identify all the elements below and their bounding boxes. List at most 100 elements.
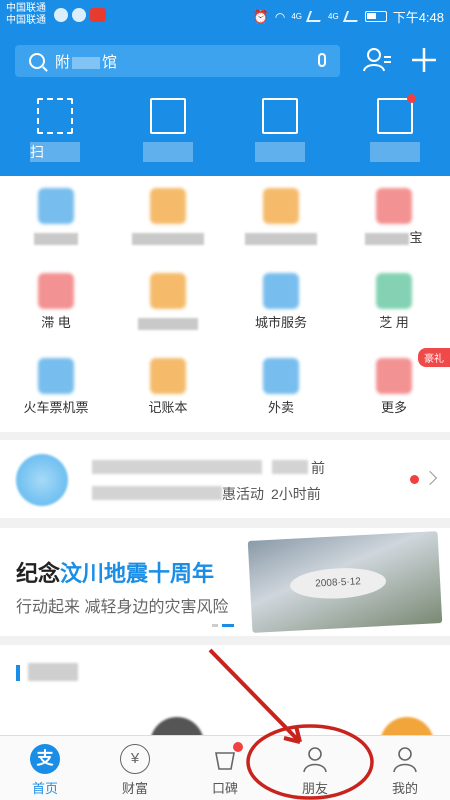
- grid-item-label: 更多: [380, 400, 407, 415]
- quick-action-label: [370, 142, 420, 162]
- grid-item[interactable]: [0, 176, 112, 260]
- signal-icon-2: [342, 11, 361, 22]
- grid-item[interactable]: 芝 用: [338, 261, 450, 345]
- plus-icon[interactable]: [410, 45, 438, 75]
- search-text-prefix: 附: [55, 53, 71, 71]
- profile-icon: [390, 744, 420, 774]
- network-type-1: 4G: [291, 12, 303, 21]
- takeout-icon: [263, 358, 299, 394]
- mosaic-blur: [92, 486, 222, 500]
- banner-title: 纪念汶川地震十周年: [16, 556, 214, 588]
- profile-person-icon: [393, 747, 417, 773]
- battery-icon: [364, 11, 387, 22]
- chevron-right-icon: [422, 470, 438, 486]
- grid-item-label: 芝 用: [379, 315, 409, 330]
- status-right: ⏰ ◠ 4G 4G 下午4:48: [253, 7, 444, 26]
- quick-action-label: 扫: [30, 142, 80, 162]
- app-notification-icon: [54, 8, 68, 22]
- grid-item-icon: [150, 188, 186, 224]
- grid-item-icon: [150, 273, 186, 309]
- contacts-icon[interactable]: [362, 45, 392, 75]
- grid-item-icon: [38, 188, 74, 224]
- section-title-mosaic: [28, 663, 78, 681]
- grid-item[interactable]: [112, 176, 224, 260]
- quick-action-pay[interactable]: [113, 98, 223, 167]
- clock: 下午4:48: [392, 10, 444, 25]
- promo-banner[interactable]: 纪念汶川地震十周年 行动起来 减轻身边的灾害风险 2008·5·12: [0, 528, 450, 636]
- grid-item-label: 宝: [338, 230, 450, 246]
- section-accent-bar: [16, 665, 20, 681]
- tab-koubei[interactable]: 口碑: [180, 736, 270, 800]
- friends-person-icon: [303, 747, 327, 773]
- grid-item[interactable]: 滞 电: [0, 261, 112, 345]
- memorial-photo: 2008·5·12: [247, 531, 443, 633]
- notice-time-1: 前: [311, 460, 325, 476]
- quick-action-collect[interactable]: [225, 98, 335, 167]
- feed-section: [0, 645, 450, 747]
- grid-item[interactable]: [225, 176, 337, 260]
- tab-label: 我的: [391, 781, 418, 796]
- microphone-icon[interactable]: [318, 53, 326, 67]
- wifi-icon: ◠: [274, 9, 286, 24]
- banner-title-highlight: 汶川地震十周年: [60, 561, 215, 586]
- network-type-2: 4G: [328, 12, 339, 21]
- tab-mine[interactable]: 我的: [360, 736, 450, 800]
- grid-item-city-services[interactable]: 城市服务: [225, 261, 337, 345]
- city-services-icon: [263, 273, 299, 309]
- mosaic-blur: [272, 460, 308, 474]
- account-book-icon: [150, 358, 186, 394]
- news-notification-icon: [90, 8, 106, 22]
- grid-item[interactable]: [112, 261, 224, 345]
- status-bar: 中国联通 中国联通 ⏰ ◠ 4G 4G 下午4:48: [0, 0, 450, 30]
- signal-icon: [306, 11, 325, 22]
- grid-item-takeout[interactable]: 外卖: [225, 346, 337, 430]
- yuan-card-icon: [262, 98, 298, 134]
- grid-item-label: 记账本: [148, 400, 188, 415]
- search-input[interactable]: 附馆: [15, 45, 340, 77]
- tab-wealth[interactable]: ¥ 财富: [90, 736, 180, 800]
- notification-dot: [233, 742, 243, 752]
- grid-item[interactable]: 宝: [338, 176, 450, 260]
- mosaic-blur: [132, 232, 204, 245]
- alarm-icon: ⏰: [252, 8, 269, 24]
- message-notification-icon: [72, 8, 86, 22]
- home-icon: 支: [30, 744, 60, 774]
- yuan-icon: ¥: [120, 744, 150, 774]
- tab-label: 首页: [31, 781, 58, 796]
- quick-actions: 扫: [0, 94, 450, 176]
- unread-dot: [410, 475, 419, 484]
- tab-home[interactable]: 支 首页: [0, 736, 90, 800]
- grid-item-icon: [263, 188, 299, 224]
- grid-item-account-book[interactable]: 记账本: [112, 346, 224, 430]
- grid-item-label: 外卖: [267, 400, 294, 415]
- tab-label: 财富: [121, 781, 148, 796]
- grid-item-train-tickets[interactable]: 火车票机票: [0, 346, 112, 430]
- quick-action-wallet[interactable]: [340, 94, 450, 167]
- mosaic-blur: [34, 232, 78, 245]
- notification-icons: [54, 8, 106, 22]
- message-notice[interactable]: 前 惠活动 2小时前: [0, 440, 450, 518]
- friends-icon: [300, 744, 330, 774]
- assistant-icon: [16, 454, 68, 506]
- search-text-mosaic: [72, 56, 101, 69]
- wallet-icon: [377, 98, 413, 134]
- banner-subtitle: 行动起来 减轻身边的灾害风险: [16, 599, 229, 616]
- grid-item-label: [112, 230, 224, 246]
- grid-item-label: [112, 315, 224, 331]
- grid-item-label: 火车票机票: [23, 400, 89, 415]
- grid-item-label: [0, 230, 112, 246]
- carrier-label-1: 中国联通: [6, 3, 46, 14]
- grid-item-icon: [38, 273, 74, 309]
- app-grid: 宝 滞 电 城市服务 芝 用 火车票机票 记账本 外卖 豪礼 更多: [0, 176, 450, 432]
- tab-label: 口碑: [211, 781, 238, 796]
- mosaic-blur: [138, 317, 198, 330]
- tab-friends[interactable]: 朋友: [270, 736, 360, 800]
- grid-item-label: 滞 电: [41, 315, 71, 330]
- banner-pager: [212, 624, 234, 627]
- pager-dot-active: [222, 624, 234, 627]
- notice-text-2: 惠活动: [222, 486, 264, 502]
- quick-action-scan[interactable]: 扫: [0, 98, 110, 162]
- search-placeholder: 附馆: [55, 51, 117, 72]
- train-ticket-icon: [38, 358, 74, 394]
- grid-item-more[interactable]: 豪礼 更多: [338, 346, 450, 430]
